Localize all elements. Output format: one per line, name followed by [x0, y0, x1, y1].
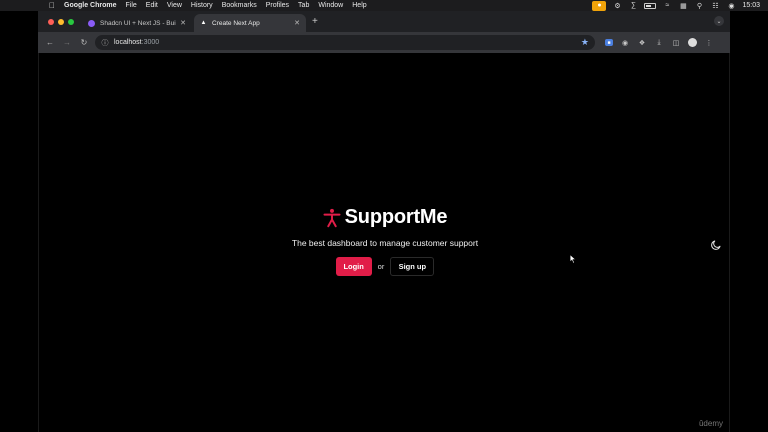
hero-section: SupportMe The best dashboard to manage c… — [39, 206, 731, 276]
chrome-menu-kebab-icon[interactable]: ⋮ — [704, 38, 714, 48]
keyboard-icon[interactable]: ▦ — [678, 2, 688, 10]
moon-theme-toggle-icon[interactable] — [710, 239, 722, 251]
menu-help[interactable]: Help — [352, 2, 366, 9]
tagline: The best dashboard to manage customer su… — [291, 238, 479, 248]
menu-tab[interactable]: Tab — [298, 2, 309, 9]
app-menu: Google Chrome File Edit View History Boo… — [64, 2, 376, 9]
forward-arrow-icon[interactable]: → — [60, 36, 74, 50]
bookmark-star-icon[interactable]: ★ — [581, 37, 589, 48]
menu-history[interactable]: History — [191, 2, 213, 9]
tab-create-next-app[interactable]: ▲ Create Next App ✕ — [194, 14, 306, 32]
close-window-button[interactable] — [48, 19, 54, 25]
or-separator: or — [377, 262, 385, 271]
bluetooth-icon[interactable]: ∑ — [628, 2, 638, 9]
menu-view[interactable]: View — [167, 2, 182, 9]
new-tab-plus-icon[interactable]: + — [312, 16, 318, 27]
zoom-window-button[interactable] — [68, 19, 74, 25]
tab-search-chevron-icon[interactable]: ⌄ — [714, 16, 724, 26]
microphone-icon[interactable]: ● — [592, 0, 607, 11]
spotlight-search-icon[interactable]: ⚲ — [694, 2, 704, 10]
accessibility-person-icon — [323, 208, 341, 227]
url-port: :3000 — [141, 39, 160, 46]
puzzle-extensions-icon[interactable]: ❖ — [637, 38, 647, 48]
close-tab-icon[interactable]: ✕ — [180, 19, 186, 27]
macos-menu-bar:  Google Chrome File Edit View History B… — [0, 0, 768, 11]
profile-avatar-icon[interactable] — [688, 38, 697, 47]
browser-toolbar: ← → ↻ ⓘ localhost:3000 ★ ■ ◉ ❖ ⤓ ◫ ⋮ — [38, 32, 730, 53]
download-icon[interactable]: ⤓ — [654, 38, 664, 48]
wifi-icon[interactable]: ≈ — [662, 2, 672, 9]
menu-clock[interactable]: 15:03 — [742, 2, 760, 9]
login-button[interactable]: Login — [335, 257, 372, 276]
mouse-cursor-icon — [569, 254, 577, 264]
tab-title: Create Next App — [212, 19, 260, 27]
back-arrow-icon[interactable]: ← — [43, 36, 57, 50]
menu-file[interactable]: File — [126, 2, 137, 9]
reload-icon[interactable]: ↻ — [77, 36, 91, 50]
site-info-icon[interactable]: ⓘ — [98, 38, 112, 48]
control-center-icon[interactable]: ☷ — [710, 2, 720, 10]
address-bar[interactable]: ⓘ localhost:3000 ★ — [95, 35, 595, 50]
side-panel-icon[interactable]: ◫ — [671, 38, 681, 48]
screen:  Google Chrome File Edit View History B… — [0, 0, 768, 432]
apple-icon[interactable]:  — [48, 1, 56, 10]
window-controls — [48, 19, 74, 25]
auth-actions: Login or Sign up — [39, 257, 731, 276]
minimize-window-button[interactable] — [58, 19, 64, 25]
close-tab-icon[interactable]: ✕ — [294, 19, 300, 27]
zoom-extension-icon[interactable]: ■ — [605, 39, 613, 46]
signup-button[interactable]: Sign up — [390, 257, 435, 276]
tab-shadcn-course[interactable]: Shadcn UI + Next JS - Build I ✕ — [82, 14, 192, 32]
menu-profiles[interactable]: Profiles — [266, 2, 289, 9]
triangle-favicon-icon: ▲ — [200, 20, 207, 26]
course-favicon-icon — [88, 19, 95, 27]
menu-window[interactable]: Window — [318, 2, 343, 9]
settings-icon[interactable]: ⚙ — [612, 2, 622, 10]
udemy-watermark: ûdemy — [698, 419, 723, 428]
url-host: localhost — [114, 39, 142, 46]
tab-title: Shadcn UI + Next JS - Build I — [100, 19, 177, 27]
status-area: ● ⚙ ∑ ≈ ▦ ⚲ ☷ ◉ 15:03 — [592, 0, 760, 11]
siri-icon[interactable]: ◉ — [726, 2, 736, 10]
brand-heading: SupportMe — [39, 206, 731, 229]
page-viewport: SupportMe The best dashboard to manage c… — [38, 53, 730, 432]
extensions-area: ■ ◉ ❖ ⤓ ◫ ⋮ — [605, 38, 714, 48]
menu-bookmarks[interactable]: Bookmarks — [222, 2, 257, 9]
menu-edit[interactable]: Edit — [146, 2, 158, 9]
brand-title: SupportMe — [344, 206, 448, 228]
battery-icon[interactable] — [644, 2, 657, 9]
browser-tab-strip: Shadcn UI + Next JS - Build I ✕ ▲ Create… — [38, 11, 730, 32]
menu-app-name[interactable]: Google Chrome — [64, 2, 117, 9]
palette-extension-icon[interactable]: ◉ — [620, 38, 630, 48]
